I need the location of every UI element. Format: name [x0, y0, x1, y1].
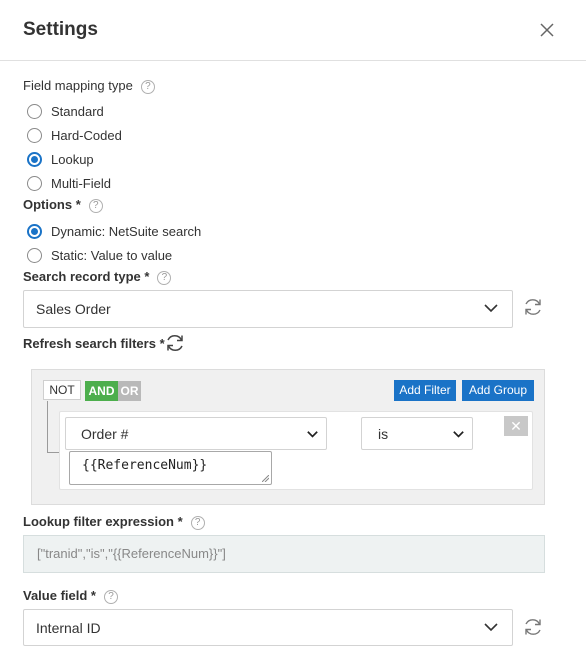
select-value: Internal ID	[36, 619, 101, 636]
radio-button[interactable]	[27, 127, 42, 143]
select-value: Order #	[81, 425, 129, 442]
add-group-button[interactable]: Add Group	[462, 380, 534, 401]
select-value: Sales Order	[36, 301, 111, 317]
radio-standard[interactable]: Standard	[27, 102, 104, 120]
and-button[interactable]: AND	[85, 381, 118, 401]
filter-value-input[interactable]: {{ReferenceNum}}	[69, 451, 272, 485]
help-icon[interactable]: ?	[88, 199, 103, 213]
value-field-select[interactable]: Internal ID	[23, 609, 513, 646]
chevron-down-icon	[307, 430, 318, 438]
filter-field-select[interactable]: Order #	[65, 417, 327, 450]
radio-label: Dynamic: NetSuite search	[51, 223, 202, 239]
options-label: Options *?	[23, 197, 103, 213]
radio-label: Hard-Coded	[51, 127, 122, 143]
radio-button-selected[interactable]	[27, 223, 42, 239]
radio-hard-coded[interactable]: Hard-Coded	[27, 126, 122, 144]
help-icon[interactable]: ?	[103, 590, 118, 604]
radio-multi-field[interactable]: Multi-Field	[27, 174, 111, 192]
radio-label: Static: Value to value	[51, 247, 173, 263]
filter-operator-select[interactable]: is	[361, 417, 473, 450]
close-icon[interactable]	[538, 21, 556, 39]
radio-button[interactable]	[27, 103, 42, 119]
radio-static-value[interactable]: Static: Value to value	[27, 246, 172, 264]
help-icon[interactable]: ?	[157, 271, 172, 285]
chevron-down-icon	[453, 430, 464, 438]
lookup-filter-expression-field: ["tranid","is","{{ReferenceNum}}"]	[23, 535, 545, 573]
chevron-down-icon	[484, 304, 498, 313]
chevron-down-icon	[484, 622, 498, 631]
help-icon[interactable]: ?	[140, 80, 155, 94]
radio-button[interactable]	[27, 175, 42, 191]
delete-rule-button[interactable]: ✕	[504, 416, 528, 436]
search-record-type-select[interactable]: Sales Order	[23, 290, 513, 328]
radio-button-selected[interactable]	[27, 151, 42, 167]
add-filter-button[interactable]: Add Filter	[394, 380, 456, 401]
filter-builder: NOT AND OR Add Filter Add Group Order # …	[31, 369, 545, 505]
radio-button[interactable]	[27, 247, 42, 263]
radio-label: Multi-Field	[51, 175, 111, 191]
radio-label: Lookup	[51, 151, 94, 167]
help-icon[interactable]: ?	[190, 516, 205, 530]
not-toggle-button[interactable]: NOT	[43, 380, 81, 400]
radio-dynamic-search[interactable]: Dynamic: NetSuite search	[27, 222, 201, 240]
select-value: is	[378, 425, 389, 442]
radio-label: Standard	[51, 103, 104, 119]
resize-handle-icon[interactable]	[262, 475, 269, 482]
dialog-title: Settings	[23, 19, 98, 40]
input-value: {{ReferenceNum}}	[82, 458, 208, 473]
refresh-icon[interactable]	[522, 616, 544, 638]
expression-value: ["tranid","is","{{ReferenceNum}}"]	[37, 546, 226, 561]
radio-lookup[interactable]: Lookup	[27, 150, 94, 168]
or-button[interactable]: OR	[118, 381, 141, 401]
lookup-filter-expression-label: Lookup filter expression *?	[23, 514, 205, 530]
rule-connector	[47, 401, 59, 453]
field-mapping-type-label: Field mapping type?	[23, 78, 155, 94]
refresh-icon[interactable]	[522, 296, 544, 318]
search-record-type-label: Search record type *?	[23, 269, 172, 285]
refresh-search-filters-label: Refresh search filters *	[23, 336, 165, 351]
refresh-filters-icon[interactable]	[164, 332, 186, 354]
dialog-header: Settings	[0, 0, 586, 61]
value-field-label: Value field *?	[23, 588, 118, 604]
